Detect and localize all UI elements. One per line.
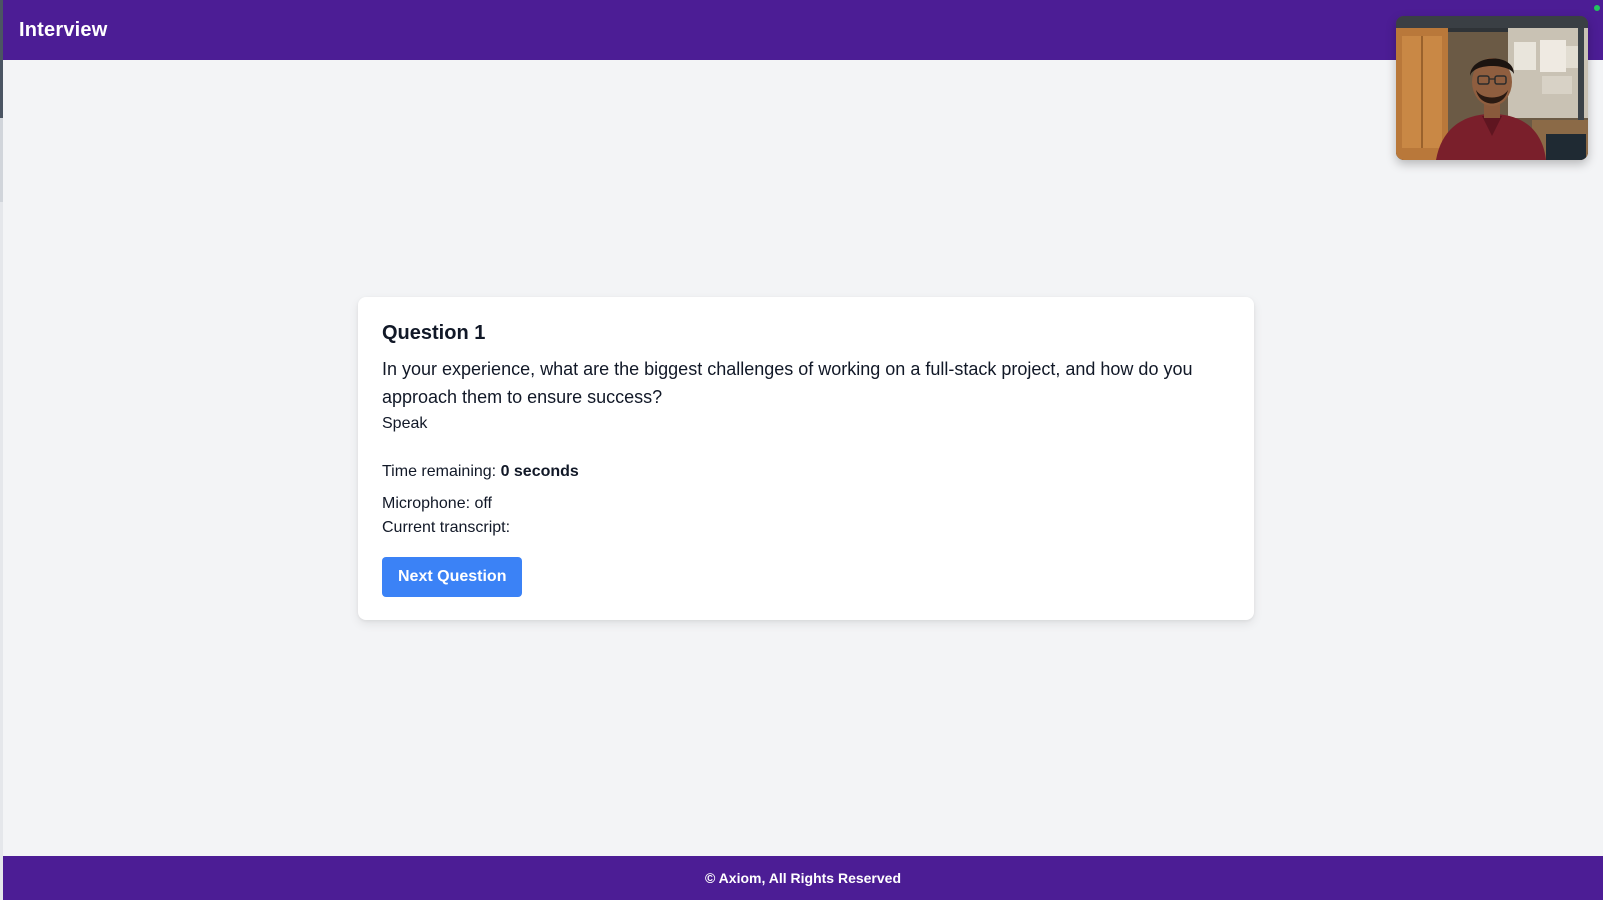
transcript-label: Current transcript: xyxy=(382,519,511,536)
speak-label: Speak xyxy=(382,415,428,432)
time-remaining: Time remaining: 0 seconds xyxy=(382,461,1230,483)
next-question-button[interactable]: Next Question xyxy=(382,557,523,597)
window-edge-secondary xyxy=(0,118,3,202)
webcam-video-icon xyxy=(1396,16,1588,160)
webcam-preview xyxy=(1396,16,1588,160)
question-title: Question 1 xyxy=(382,322,486,344)
copyright-text: © Axiom, All Rights Reserved xyxy=(705,870,901,886)
page: Interview Question 1 In your experience,… xyxy=(0,0,1603,900)
microphone-status: Microphone: off xyxy=(382,495,492,512)
top-header: Interview xyxy=(3,0,1603,60)
question-text: In your experience, what are the biggest… xyxy=(382,359,1193,407)
time-remaining-label: Time remaining: xyxy=(382,463,497,480)
app-title: Interview xyxy=(19,18,108,41)
question-card: Question 1 In your experience, what are … xyxy=(358,297,1254,620)
live-indicator-icon xyxy=(1594,5,1600,11)
time-remaining-value: 0 seconds xyxy=(500,463,579,480)
footer: © Axiom, All Rights Reserved xyxy=(3,856,1603,900)
